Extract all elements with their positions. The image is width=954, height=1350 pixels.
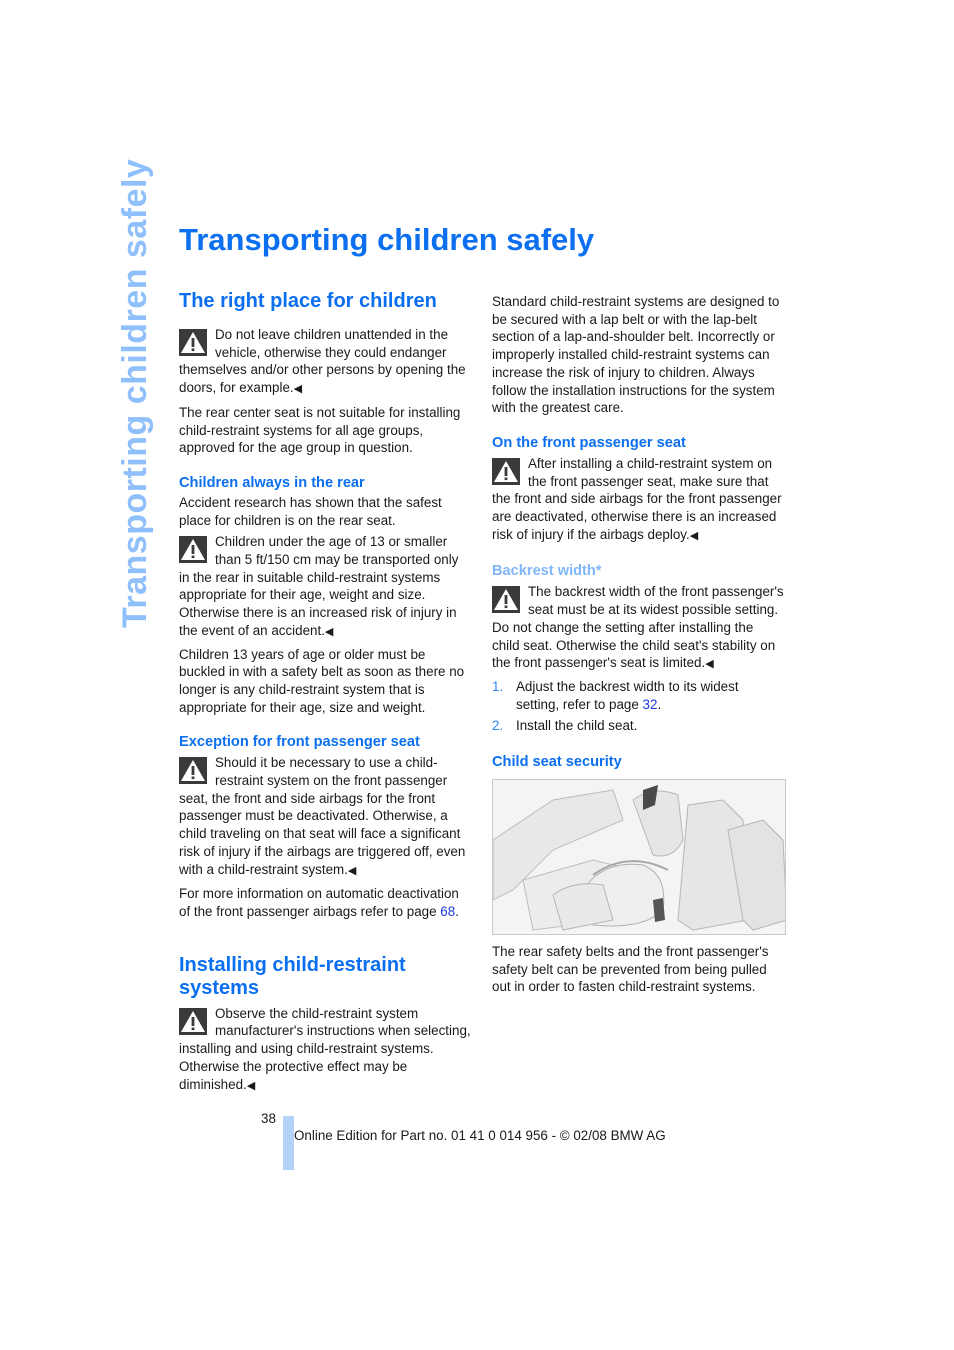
- paragraph: The rear safety belts and the front pass…: [492, 944, 769, 995]
- paragraph: For more information on automatic deacti…: [179, 885, 471, 920]
- warning-icon: [179, 536, 207, 564]
- heading-backrest: Backrest width*: [492, 563, 602, 580]
- step-number: 2.: [492, 718, 504, 734]
- more-info-text: For more information on automatic deacti…: [179, 886, 459, 919]
- heading-installing: Installing child-restraint systems: [179, 953, 406, 999]
- warning-block: Do not leave children unattended in the …: [179, 326, 471, 399]
- page-link-32[interactable]: 32: [643, 697, 658, 712]
- warning-block: Children under the age of 13 or smaller …: [179, 533, 471, 641]
- warning-icon: [179, 1007, 207, 1035]
- footer-accent-bar: [283, 1116, 294, 1170]
- paragraph: Children 13 years of age or older must b…: [179, 646, 465, 715]
- end-mark-icon: ◀: [324, 625, 334, 638]
- step-number: 1.: [492, 678, 504, 694]
- page-number: 38: [261, 1111, 276, 1126]
- warning-icon: [179, 329, 207, 356]
- end-mark-icon: ◀: [347, 864, 357, 877]
- warning-icon: [179, 757, 207, 785]
- paragraph: The rear center seat is not suitable for…: [179, 404, 461, 456]
- list-item: 2. Install the child seat.: [492, 717, 784, 735]
- warning-block: Should it be necessary to use a child-re…: [179, 754, 471, 880]
- warning-text: After installing a child-restraint syste…: [492, 455, 782, 542]
- list-item: 1. Adjust the backrest width to its wide…: [492, 678, 784, 713]
- paragraph: Standard child-restraint systems are des…: [492, 294, 780, 416]
- side-section-title: Transporting children safely: [116, 158, 154, 628]
- warning-text: Do not leave children unattended in the …: [179, 327, 466, 396]
- warning-text: The backrest width of the front passenge…: [492, 584, 784, 671]
- child-seat-illustration: [492, 779, 786, 936]
- page-link-68[interactable]: 68: [440, 904, 455, 919]
- warning-icon: [492, 457, 520, 485]
- warning-text: Should it be necessary to use a child-re…: [179, 755, 466, 877]
- car-interior-drawing: [493, 780, 785, 935]
- step-text: Install the child seat.: [516, 718, 638, 734]
- punctuation: .: [657, 696, 662, 712]
- heading-security: Child seat security: [492, 754, 622, 771]
- paragraph: Accident research has shown that the saf…: [179, 494, 442, 528]
- heading-always-rear: Children always in the rear: [179, 474, 365, 491]
- right-column: Standard child-restraint systems are des…: [492, 293, 786, 996]
- warning-block: After installing a child-restraint syste…: [492, 455, 784, 546]
- step-text: Adjust the backrest width to its widest …: [516, 678, 739, 712]
- warning-block: Observe the child-restraint system manuf…: [179, 1005, 471, 1096]
- end-mark-icon: ◀: [705, 658, 714, 671]
- warning-icon: [492, 586, 520, 614]
- page-title: Transporting children safely: [179, 222, 595, 257]
- warning-text: Observe the child-restraint system manuf…: [179, 1005, 471, 1092]
- heading-right-place: The right place for children: [179, 290, 437, 312]
- heading-exception: Exception for front passenger seat: [179, 734, 420, 751]
- left-column: The right place for children Do not leav…: [179, 290, 471, 1095]
- footer-edition-text: Online Edition for Part no. 01 41 0 014 …: [294, 1128, 666, 1143]
- punctuation: .: [455, 903, 459, 919]
- heading-front-passenger: On the front passenger seat: [492, 434, 686, 451]
- warning-text: Children under the age of 13 or smaller …: [179, 534, 459, 638]
- end-mark-icon: ◀: [689, 529, 699, 542]
- steps-list: 1. Adjust the backrest width to its wide…: [492, 678, 784, 735]
- end-mark-icon: ◀: [246, 1079, 256, 1092]
- end-mark-icon: ◀: [293, 383, 303, 396]
- warning-block: The backrest width of the front passenge…: [492, 583, 784, 674]
